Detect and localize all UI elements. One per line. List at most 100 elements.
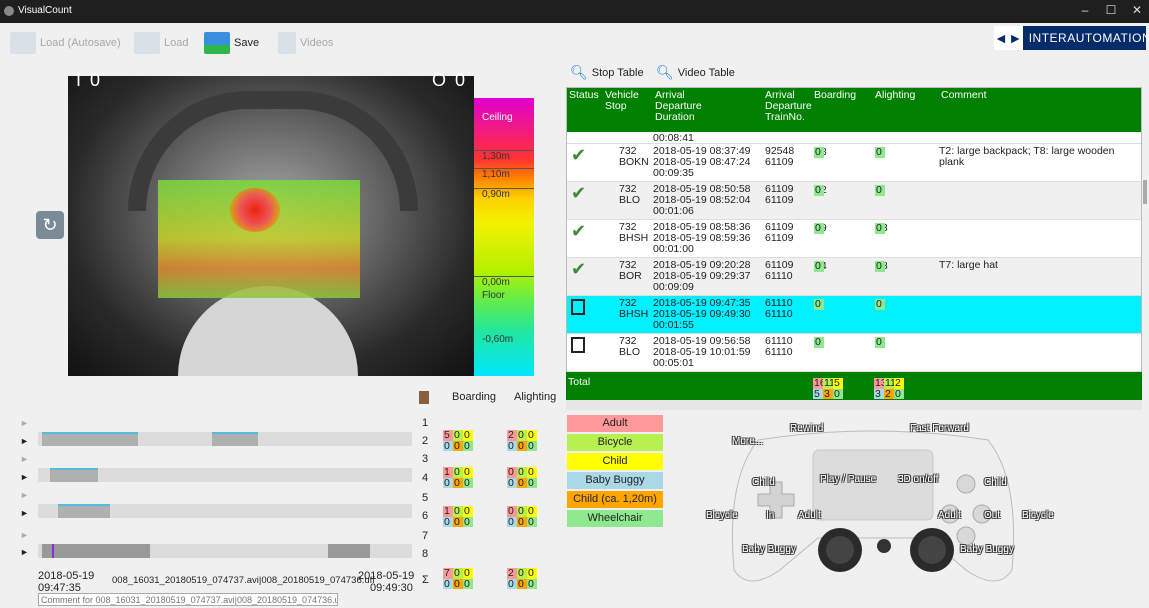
- count-cell[interactable]: 0: [894, 388, 904, 399]
- track-segment[interactable]: [42, 432, 138, 446]
- count-cell[interactable]: 0: [875, 147, 885, 158]
- table-row[interactable]: ✔ 732 BLO 2018-05-19 08:50:58 2018-05-19 08:…: [567, 182, 1141, 220]
- count-cell[interactable]: 168: [813, 378, 832, 389]
- count-cell[interactable]: 0: [443, 516, 453, 527]
- count-cell[interactable]: 0: [453, 440, 463, 451]
- count-cell[interactable]: 0: [814, 185, 824, 196]
- playhead[interactable]: [52, 544, 54, 558]
- count-cell[interactable]: 5: [833, 378, 843, 389]
- count-cell[interactable]: 0: [517, 467, 527, 478]
- save-button[interactable]: Save: [204, 30, 259, 56]
- count-cell[interactable]: 0: [453, 430, 463, 441]
- close-icon[interactable]: ✕: [1127, 3, 1147, 17]
- track-8-arrow[interactable]: ►: [20, 547, 29, 557]
- count-cell[interactable]: 11: [884, 378, 896, 389]
- count-cell[interactable]: 0: [443, 440, 453, 451]
- count-cell[interactable]: 0: [443, 477, 453, 488]
- count-cell[interactable]: 0: [463, 578, 473, 589]
- count-cell[interactable]: 0: [527, 568, 537, 579]
- count-cell[interactable]: 0: [875, 261, 885, 272]
- load-button[interactable]: Load: [134, 30, 188, 56]
- count-cell[interactable]: 0: [527, 477, 537, 488]
- count-cell[interactable]: 0: [463, 568, 473, 579]
- track-4-arrow[interactable]: ►: [20, 472, 29, 482]
- count-cell[interactable]: 0: [507, 467, 517, 478]
- count-cell[interactable]: 0: [833, 388, 843, 399]
- legend-bicycle[interactable]: Bicycle: [567, 434, 663, 451]
- count-cell[interactable]: 7: [443, 568, 453, 579]
- legend-child[interactable]: Child: [567, 453, 663, 470]
- count-cell[interactable]: 11: [823, 378, 835, 389]
- count-cell[interactable]: 0: [453, 506, 463, 517]
- count-cell[interactable]: 0: [463, 516, 473, 527]
- count-cell[interactable]: 2: [507, 430, 517, 441]
- track-6-arrow[interactable]: ►: [20, 508, 29, 518]
- count-cell[interactable]: 0: [443, 578, 453, 589]
- count-cell[interactable]: 0: [463, 440, 473, 451]
- track-6[interactable]: [38, 504, 412, 518]
- count-cell[interactable]: 0: [527, 440, 537, 451]
- table-vscroll-thumb[interactable]: [1143, 180, 1147, 204]
- count-cell[interactable]: 0: [875, 185, 885, 196]
- count-cell[interactable]: 0: [527, 578, 537, 589]
- pad-out[interactable]: Out: [984, 510, 1000, 521]
- count-cell[interactable]: 2: [894, 378, 904, 389]
- table-scrollbar[interactable]: [566, 400, 1142, 410]
- count-cell[interactable]: 2: [507, 568, 517, 579]
- count-cell[interactable]: 0: [463, 506, 473, 517]
- minimize-icon[interactable]: –: [1075, 3, 1095, 17]
- count-cell[interactable]: 0: [517, 477, 527, 488]
- count-cell[interactable]: 1: [443, 467, 453, 478]
- track-segment[interactable]: [58, 504, 110, 518]
- legend-baby-buggy[interactable]: Baby Buggy: [567, 472, 663, 489]
- videos-button[interactable]: Videos: [278, 30, 333, 56]
- count-cell[interactable]: 0: [463, 477, 473, 488]
- table-row[interactable]: 732 BLO 2018-05-19 09:56:58 2018-05-19 10:0…: [567, 334, 1141, 372]
- legend-child-120[interactable]: Child (ca. 1,20m): [567, 491, 663, 508]
- count-cell[interactable]: 0: [814, 337, 824, 348]
- count-cell[interactable]: 5: [443, 430, 453, 441]
- count-cell[interactable]: 0: [814, 261, 824, 272]
- track-segment[interactable]: [50, 468, 98, 482]
- legend-wheelchair[interactable]: Wheelchair: [567, 510, 663, 527]
- count-cell[interactable]: 0: [453, 568, 463, 579]
- count-cell[interactable]: 0: [507, 506, 517, 517]
- table-row[interactable]: 732 BHSH 2018-05-19 09:47:35 2018-05-19 09:…: [567, 296, 1141, 334]
- track-2-arrow[interactable]: ►: [20, 436, 29, 446]
- count-cell[interactable]: 0: [527, 467, 537, 478]
- count-cell[interactable]: 0: [814, 299, 824, 310]
- count-cell[interactable]: 0: [875, 223, 885, 234]
- comment-input[interactable]: [38, 593, 338, 606]
- pad-3d[interactable]: 3D on/off: [898, 474, 938, 485]
- count-cell[interactable]: 0: [875, 299, 885, 310]
- count-cell[interactable]: 0: [507, 516, 517, 527]
- track-segment[interactable]: [328, 544, 370, 558]
- count-cell[interactable]: 0: [517, 430, 527, 441]
- count-cell[interactable]: 0: [453, 467, 463, 478]
- count-cell[interactable]: 0: [814, 223, 824, 234]
- track-segment[interactable]: [42, 544, 150, 558]
- count-cell[interactable]: 0: [453, 578, 463, 589]
- video-table-button[interactable]: 🔍︎ Video Table: [656, 64, 735, 81]
- count-cell[interactable]: 0: [507, 440, 517, 451]
- pad-child-right[interactable]: Child: [984, 477, 1007, 488]
- count-cell[interactable]: 0: [814, 147, 824, 158]
- stop-table[interactable]: Status Vehicle Stop Arrival Departure Du…: [566, 87, 1142, 400]
- table-row[interactable]: ✔ 732 BOKN 2018-05-19 08:37:49 2018-05-19 08…: [567, 144, 1141, 182]
- pad-bicycle-left[interactable]: Bicycle: [706, 510, 738, 521]
- count-cell[interactable]: 0: [517, 506, 527, 517]
- pad-buggy-right[interactable]: Baby Buggy: [960, 544, 1014, 555]
- pad-in[interactable]: In: [766, 510, 774, 521]
- count-cell[interactable]: 0: [463, 430, 473, 441]
- load-autosave-button[interactable]: Load (Autosave): [10, 30, 121, 56]
- track-7-arrow[interactable]: ►: [20, 530, 29, 540]
- table-row-partial[interactable]: 00:08:41: [567, 132, 1141, 144]
- legend-adult[interactable]: Adult: [567, 415, 663, 432]
- count-cell[interactable]: 0: [507, 578, 517, 589]
- track-5-arrow[interactable]: ►: [20, 490, 29, 500]
- stop-table-button[interactable]: 🔍︎ Stop Table: [570, 64, 644, 81]
- track-1-arrow[interactable]: ►: [20, 418, 29, 428]
- count-cell[interactable]: 3: [823, 388, 833, 399]
- track-3-arrow[interactable]: ►: [20, 454, 29, 464]
- pad-adult-right[interactable]: Adult: [938, 510, 961, 521]
